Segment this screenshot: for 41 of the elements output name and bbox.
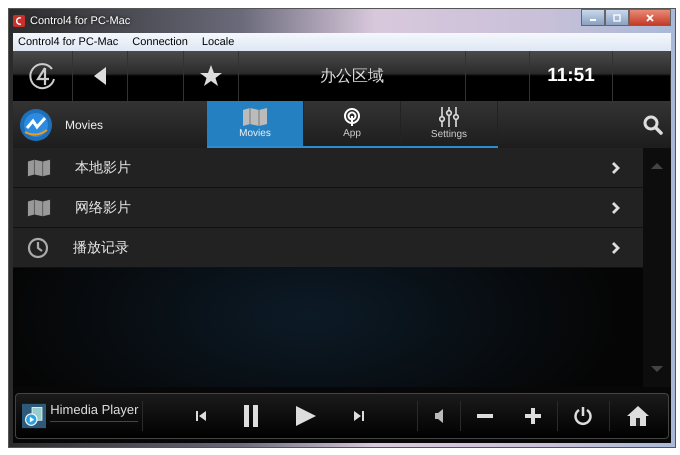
next-icon [353,410,366,422]
home-icon [626,405,650,427]
plus-icon [524,408,541,424]
close-button[interactable] [629,9,671,26]
play-icon [295,405,318,427]
app-logo-icon [19,108,53,142]
window-title: Control4 for PC-Mac [30,15,130,27]
section-title: Movies [65,118,104,132]
star-icon [199,64,223,88]
search-icon[interactable] [643,114,663,134]
menu-item[interactable]: Control4 for PC-Mac [18,36,118,48]
logo-icon [28,61,58,91]
maximize-icon [612,14,622,22]
map-icon [242,108,268,126]
menu-item[interactable]: Locale [202,36,234,48]
back-icon [92,66,108,86]
sliders-icon [439,107,459,127]
speaker-icon [434,409,444,423]
app-icon [13,15,25,27]
power-icon [573,406,594,426]
minimize-button[interactable] [581,9,605,26]
chevron-right-icon [611,240,621,254]
close-icon [645,14,655,22]
map-icon [27,158,51,176]
tab[interactable]: Movies [207,101,304,146]
clock-icon [27,236,49,258]
minus-icon [476,414,493,418]
maximize-button[interactable] [605,9,629,26]
list-item[interactable]: 网络影片 [13,188,643,228]
chevron-right-icon [611,160,621,174]
tab[interactable]: App [304,101,401,146]
tab[interactable]: Settings [401,101,498,146]
player-title: Himedia Player [50,402,138,422]
previous-icon [195,410,208,422]
chevron-right-icon [611,200,621,214]
list-item[interactable]: 本地影片 [13,148,643,188]
list-item[interactable]: 播放记录 [13,228,643,268]
pause-icon [243,405,260,427]
map-icon [27,198,51,216]
signal-icon [343,108,361,126]
menu-item[interactable]: Connection [132,36,188,48]
